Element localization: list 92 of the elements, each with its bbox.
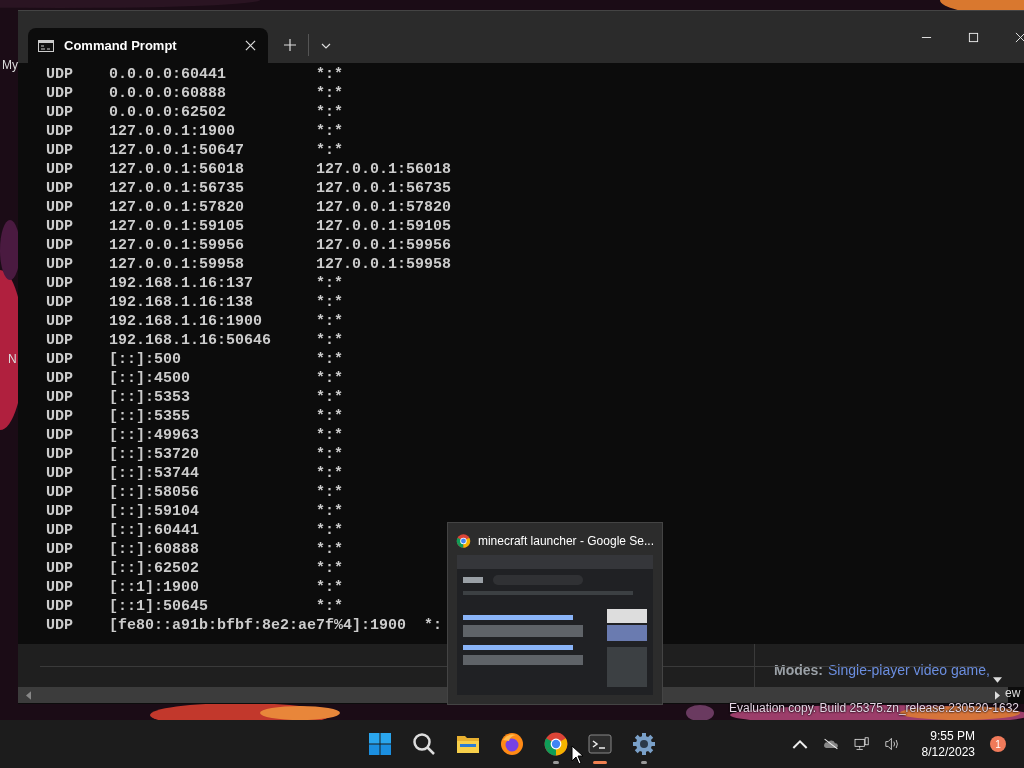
local-address-text: [::]:4500 [109, 369, 191, 388]
local-address-text: [::]:500 [109, 350, 182, 369]
protocol-text: UDP [46, 103, 74, 122]
protocol-text: UDP [46, 426, 74, 445]
protocol-text: UDP [46, 407, 74, 426]
protocol-text: UDP [46, 502, 74, 521]
protocol-text: UDP [46, 350, 74, 369]
foreign-address-text: 127.0.0.1:59105 [316, 217, 452, 236]
foreign-address-text: *:* [316, 426, 343, 445]
modes-label: Modes: [774, 662, 823, 678]
local-address-text: 192.168.1.16:138 [109, 293, 255, 312]
local-address-text: [::]:60441 [109, 521, 200, 540]
protocol-text: UDP [46, 521, 74, 540]
foreign-address-text: *: [424, 616, 443, 635]
protocol-text: UDP [46, 616, 74, 635]
foreign-address-text: *:* [316, 407, 343, 426]
protocol-text: UDP [46, 274, 74, 293]
local-address-text: 127.0.0.1:50647 [109, 141, 246, 160]
foreign-address-text: *:* [316, 578, 343, 597]
local-address-text: [::]:58056 [109, 483, 200, 502]
protocol-text: UDP [46, 388, 74, 407]
protocol-text: UDP [46, 236, 74, 255]
protocol-text: UDP [46, 141, 74, 160]
protocol-text: UDP [46, 559, 74, 578]
foreign-address-text: *:* [316, 122, 343, 141]
foreign-address-text: *:* [316, 597, 343, 616]
local-address-text: 127.0.0.1:59105 [109, 217, 246, 236]
local-address-text: [::]:49963 [109, 426, 200, 445]
local-address-text: 127.0.0.1:59958 [109, 255, 246, 274]
protocol-text: UDP [46, 293, 74, 312]
foreign-address-text: *:* [316, 445, 343, 464]
protocol-text: UDP [46, 255, 74, 274]
local-address-text: [::]:62502 [109, 559, 200, 578]
foreign-address-text: *:* [316, 388, 343, 407]
protocol-text: UDP [46, 540, 74, 559]
local-address-text: 127.0.0.1:56735 [109, 179, 246, 198]
local-address-text: [::]:59104 [109, 502, 200, 521]
foreign-address-text: *:* [316, 312, 343, 331]
local-address-text: [::]:5353 [109, 388, 191, 407]
foreign-address-text: *:* [316, 540, 343, 559]
local-address-text: 192.168.1.16:137 [109, 274, 255, 293]
local-address-text: 192.168.1.16:50646 [109, 331, 273, 350]
local-address-text: 127.0.0.1:1900 [109, 122, 237, 141]
protocol-text: UDP [46, 483, 74, 502]
local-address-text: 127.0.0.1:59956 [109, 236, 246, 255]
protocol-text: UDP [46, 65, 74, 84]
protocol-text: UDP [46, 464, 74, 483]
local-address-text: 127.0.0.1:56018 [109, 160, 246, 179]
protocol-text: UDP [46, 369, 74, 388]
foreign-address-text: 127.0.0.1:59958 [316, 255, 452, 274]
foreign-address-text: *:* [316, 559, 343, 578]
thumbnail-title: minecraft launcher - Google Se... [477, 534, 654, 548]
protocol-text: UDP [46, 597, 74, 616]
foreign-address-text: 127.0.0.1:56018 [316, 160, 452, 179]
local-address-text: 127.0.0.1:57820 [109, 198, 246, 217]
local-address-text: [::]:53744 [109, 464, 200, 483]
foreign-address-text: *:* [316, 274, 343, 293]
foreign-address-text: *:* [316, 464, 343, 483]
foreign-address-text: *:* [316, 350, 343, 369]
local-address-text: [::]:5355 [109, 407, 191, 426]
local-address-text: 0.0.0.0:60441 [109, 65, 228, 84]
protocol-text: UDP [46, 179, 74, 198]
foreign-address-text: *:* [316, 331, 343, 350]
foreign-address-text: *:* [316, 103, 343, 122]
foreign-address-text: 127.0.0.1:59956 [316, 236, 452, 255]
foreign-address-text: *:* [316, 65, 343, 84]
foreign-address-text: *:* [316, 521, 343, 540]
protocol-text: UDP [46, 160, 74, 179]
local-address-text: [::1]:1900 [109, 578, 200, 597]
protocol-text: UDP [46, 122, 74, 141]
local-address-text: [::1]:50645 [109, 597, 210, 616]
local-address-text: [fe80::a91b:bfbf:8e2:ae7f%4]:1900 [109, 616, 408, 635]
protocol-text: UDP [46, 84, 74, 103]
foreign-address-text: *:* [316, 369, 343, 388]
foreign-address-text: *:* [316, 293, 343, 312]
local-address-text: [::]:60888 [109, 540, 200, 559]
local-address-text: 0.0.0.0:60888 [109, 84, 228, 103]
protocol-text: UDP [46, 578, 74, 597]
foreign-address-text: 127.0.0.1:56735 [316, 179, 452, 198]
local-address-text: 192.168.1.16:1900 [109, 312, 264, 331]
foreign-address-text: 127.0.0.1:57820 [316, 198, 452, 217]
protocol-text: UDP [46, 217, 74, 236]
protocol-text: UDP [46, 331, 74, 350]
foreign-address-text: *:* [316, 84, 343, 103]
foreign-address-text: *:* [316, 483, 343, 502]
local-address-text: [::]:53720 [109, 445, 200, 464]
local-address-text: 0.0.0.0:62502 [109, 103, 228, 122]
foreign-address-text: *:* [316, 502, 343, 521]
protocol-text: UDP [46, 198, 74, 217]
foreign-address-text: *:* [316, 141, 343, 160]
protocol-text: UDP [46, 312, 74, 331]
protocol-text: UDP [46, 445, 74, 464]
